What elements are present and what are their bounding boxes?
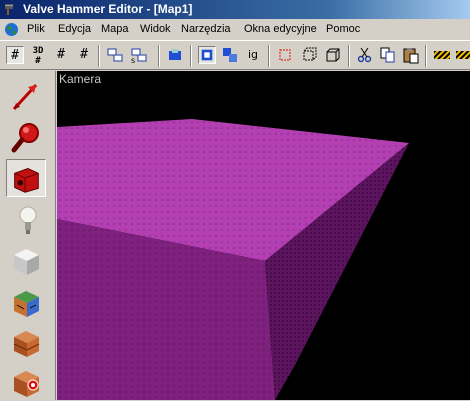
copy-icon[interactable]	[379, 46, 397, 64]
title-bar: Valve Hammer Editor - [Map1]	[0, 0, 470, 19]
decal-tool-icon[interactable]	[6, 363, 46, 401]
menu-edycja[interactable]: Edycja	[58, 19, 91, 39]
toolbar-separator	[158, 45, 160, 67]
window-title: Valve Hammer Editor - [Map1]	[23, 2, 193, 16]
svg-text:s: s	[131, 56, 135, 64]
apply-current-texture-icon[interactable]	[6, 323, 46, 361]
show-all-icon[interactable]	[300, 46, 318, 64]
3d-scene	[57, 119, 409, 400]
menu-plik[interactable]: Plik	[27, 19, 45, 39]
ungroup-icon[interactable]	[221, 46, 239, 64]
box-icon[interactable]	[324, 46, 342, 64]
menu-widok[interactable]: Widok	[140, 19, 171, 39]
entity-tool-icon[interactable]	[6, 201, 46, 239]
toolbar-separator	[425, 45, 427, 67]
carve-icon[interactable]	[166, 46, 184, 64]
hide-selected-icon[interactable]	[276, 46, 294, 64]
menu-narzedzia[interactable]: Narzędzia	[181, 19, 231, 39]
magnify-tool-icon[interactable]	[6, 119, 46, 157]
block-tool-icon[interactable]	[6, 241, 46, 279]
cut-icon[interactable]	[356, 46, 374, 64]
toolbar-separator	[98, 45, 100, 67]
group-icon[interactable]	[198, 46, 216, 64]
toolbar-separator	[348, 45, 350, 67]
texture-lock-icon[interactable]	[433, 46, 451, 64]
save-window-state-icon[interactable]: s	[130, 46, 148, 64]
menu-mapa[interactable]: Mapa	[101, 19, 129, 39]
toolbar-separator	[268, 45, 270, 67]
texture-application-tool-icon[interactable]	[6, 283, 46, 321]
viewport-label: Kamera	[59, 72, 102, 86]
3d-grid-icon[interactable]: 3D #	[29, 46, 47, 66]
camera-viewport[interactable]: Kamera	[57, 71, 470, 400]
toolbar-separator	[190, 45, 192, 67]
main-toolbar: # 3D # # # s ig	[0, 40, 470, 70]
selection-tool-icon[interactable]	[6, 77, 46, 115]
texture-scale-lock-icon[interactable]	[455, 46, 470, 64]
menu-bar: Plik Edycja Mapa Widok Narzędzia Okna ed…	[0, 19, 470, 39]
smaller-grid-icon[interactable]: #	[52, 46, 70, 64]
load-window-state-icon[interactable]	[106, 46, 124, 64]
tool-palette	[0, 71, 56, 400]
grid-toggle-icon[interactable]: #	[6, 46, 24, 64]
menu-pomoc[interactable]: Pomoc	[326, 19, 360, 39]
paste-icon[interactable]	[402, 46, 420, 64]
hammer-app-icon[interactable]	[4, 2, 18, 16]
menu-okna-edycyjne[interactable]: Okna edycyjne	[244, 19, 317, 39]
globe-icon[interactable]	[4, 22, 19, 37]
larger-grid-icon[interactable]: #	[75, 46, 93, 64]
camera-tool-icon[interactable]	[6, 159, 46, 197]
ignore-grouping-icon[interactable]: ig	[244, 46, 262, 64]
